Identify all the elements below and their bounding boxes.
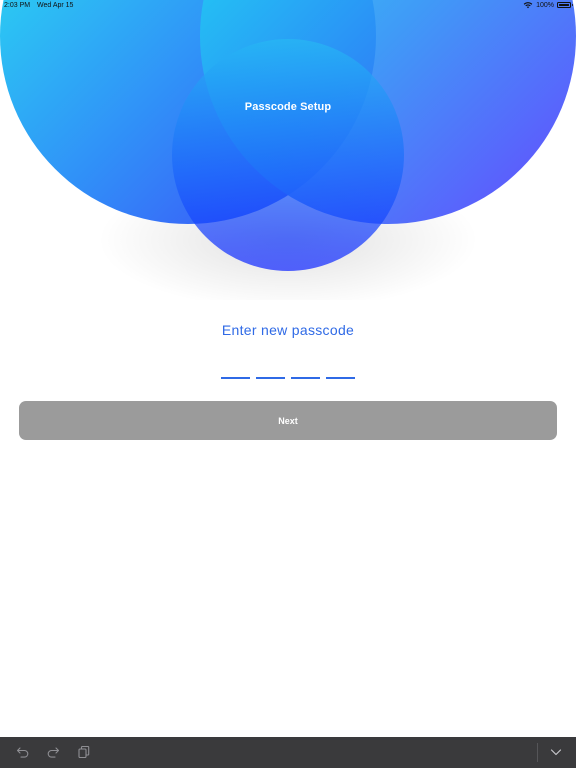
- next-button[interactable]: Next: [19, 401, 557, 440]
- battery-icon: [557, 2, 573, 8]
- page-title: Passcode Setup: [244, 101, 332, 113]
- passcode-digit-slot-1[interactable]: [221, 377, 250, 379]
- passcode-setup-screen: 2:03 PM Wed Apr 15 100% Passcode Setup E…: [0, 0, 576, 768]
- status-right-group: 100%: [523, 1, 573, 9]
- status-bar: 2:03 PM Wed Apr 15 100%: [0, 0, 576, 12]
- redo-icon[interactable]: [46, 745, 60, 759]
- battery-percent: 100%: [536, 1, 554, 9]
- toolbar-divider: [537, 743, 538, 762]
- passcode-digit-slot-3[interactable]: [291, 377, 320, 379]
- passcode-digit-slot-2[interactable]: [256, 377, 285, 379]
- passcode-prompt: Enter new passcode: [221, 322, 355, 338]
- clipboard-icon[interactable]: [77, 745, 91, 759]
- passcode-digit-slot-4[interactable]: [326, 377, 355, 379]
- status-date: Wed Apr 15: [37, 2, 74, 9]
- bottom-toolbar: [0, 737, 576, 768]
- header-circles-art: [0, 0, 576, 300]
- chevron-down-icon[interactable]: [549, 745, 563, 759]
- status-time: 2:03 PM: [4, 2, 31, 9]
- center-circle: [172, 39, 404, 271]
- wifi-icon: [523, 2, 533, 9]
- passcode-input[interactable]: [221, 377, 355, 379]
- undo-icon[interactable]: [16, 745, 30, 759]
